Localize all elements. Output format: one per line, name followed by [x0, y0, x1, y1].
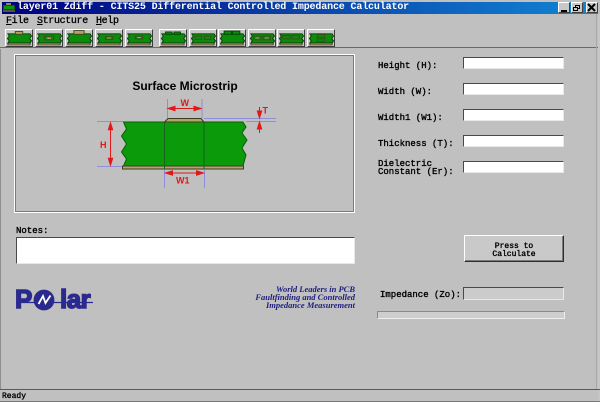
svg-text:lar: lar — [60, 284, 91, 312]
svg-text:W: W — [181, 98, 190, 108]
svg-text:P: P — [15, 284, 32, 312]
svg-text:H: H — [100, 140, 107, 150]
svg-text:W1: W1 — [176, 176, 190, 186]
svg-text:T: T — [263, 106, 269, 116]
